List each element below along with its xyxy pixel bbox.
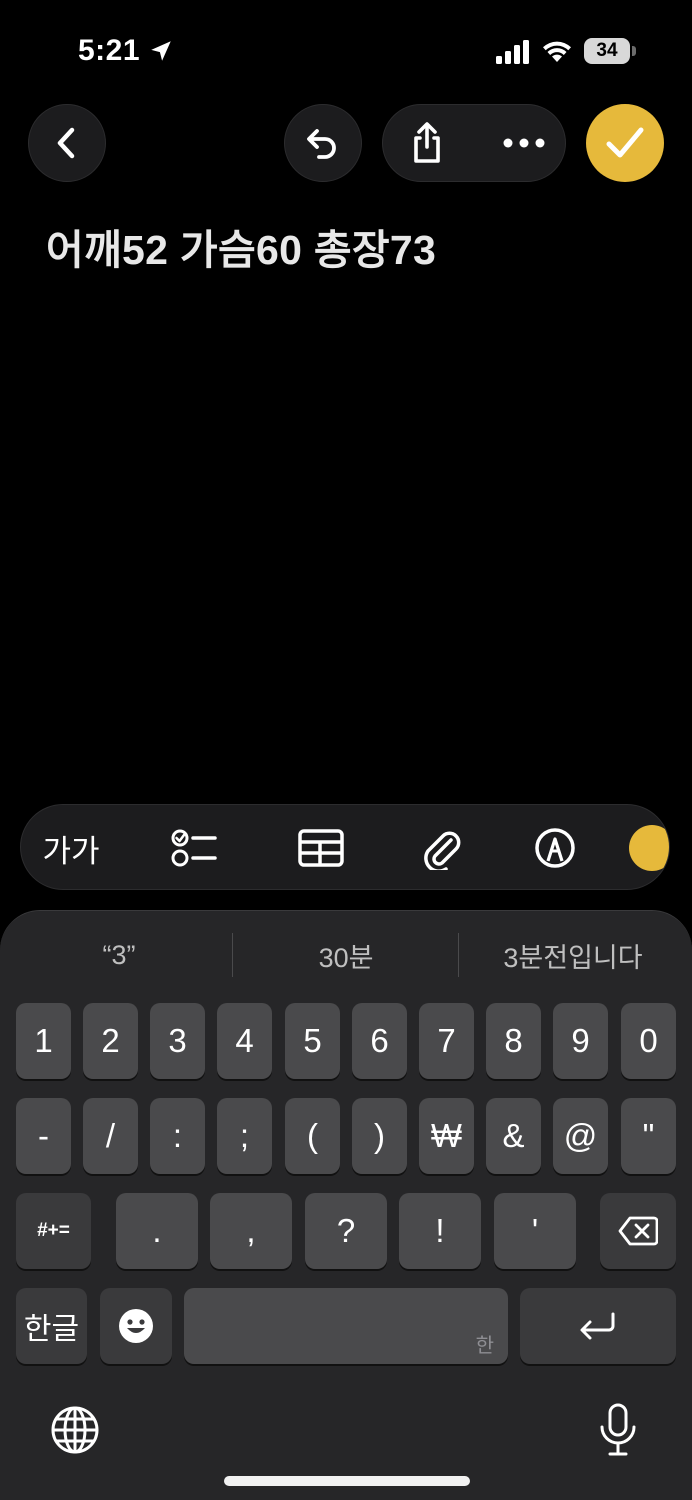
location-arrow-icon — [151, 41, 171, 61]
key-question[interactable]: ? — [305, 1193, 387, 1269]
undo-button[interactable] — [284, 104, 362, 182]
paperclip-icon — [424, 831, 461, 870]
note-content[interactable]: 어깨52 가슴60 총장73 — [46, 216, 436, 276]
key-slash[interactable]: / — [83, 1098, 138, 1174]
key-apostrophe[interactable]: ' — [494, 1193, 576, 1269]
status-bar: 5:21 34 — [0, 0, 692, 100]
actions-pill — [382, 104, 566, 182]
share-icon — [414, 122, 440, 163]
checklist-button[interactable] — [167, 805, 223, 889]
key-8[interactable]: 8 — [486, 1003, 541, 1079]
key-at[interactable]: @ — [553, 1098, 608, 1174]
table-icon — [298, 829, 344, 867]
return-icon — [580, 1312, 615, 1340]
space-key[interactable]: 한 — [184, 1288, 508, 1364]
dictation-button[interactable] — [594, 1401, 642, 1459]
key-colon[interactable]: : — [150, 1098, 205, 1174]
backspace-icon — [618, 1216, 658, 1246]
return-key[interactable] — [520, 1288, 676, 1364]
key-0[interactable]: 0 — [621, 1003, 676, 1079]
key-6[interactable]: 6 — [352, 1003, 407, 1079]
chevron-left-icon — [57, 127, 75, 159]
more-options-button[interactable] — [495, 117, 553, 169]
key-exclamation[interactable]: ! — [399, 1193, 481, 1269]
suggestion-divider — [458, 933, 459, 977]
key-comma[interactable]: , — [210, 1193, 292, 1269]
symbols-toggle-key[interactable]: #+= — [16, 1193, 91, 1269]
attachment-button[interactable] — [413, 805, 469, 889]
key-7[interactable]: 7 — [419, 1003, 474, 1079]
suggestion-1[interactable]: “3” — [6, 927, 232, 983]
markup-pen-icon — [535, 828, 575, 868]
done-button[interactable] — [586, 104, 664, 182]
table-button[interactable] — [293, 805, 349, 889]
key-semicolon[interactable]: ; — [217, 1098, 272, 1174]
globe-icon — [51, 1406, 99, 1454]
key-4[interactable]: 4 — [217, 1003, 272, 1079]
home-indicator[interactable] — [224, 1476, 470, 1486]
key-close-paren[interactable]: ) — [352, 1098, 407, 1174]
space-key-hint: 한 — [475, 1335, 494, 1357]
key-5[interactable]: 5 — [285, 1003, 340, 1079]
format-toolbar: 가가 — [20, 804, 670, 890]
globe-button[interactable] — [48, 1403, 102, 1457]
key-2[interactable]: 2 — [83, 1003, 138, 1079]
markup-button[interactable] — [527, 805, 583, 889]
ellipsis-icon — [503, 138, 545, 148]
undo-icon — [307, 129, 336, 159]
key-3[interactable]: 3 — [150, 1003, 205, 1079]
checklist-icon — [171, 829, 217, 867]
suggestion-3[interactable]: 3분전입니다 — [460, 927, 686, 983]
language-key[interactable]: 한글 — [16, 1288, 87, 1364]
checkmark-icon — [606, 127, 644, 158]
keyboard: “3” 30분 3분전입니다 1 2 3 4 5 6 7 8 9 0 - / :… — [0, 910, 692, 1500]
emoji-key[interactable] — [100, 1288, 172, 1364]
key-hyphen[interactable]: - — [16, 1098, 71, 1174]
cellular-signal-icon — [496, 40, 529, 64]
delete-key[interactable] — [600, 1193, 676, 1269]
key-quote[interactable]: " — [621, 1098, 676, 1174]
key-1[interactable]: 1 — [16, 1003, 71, 1079]
share-button[interactable] — [401, 117, 453, 169]
key-open-paren[interactable]: ( — [285, 1098, 340, 1174]
key-ampersand[interactable]: & — [486, 1098, 541, 1174]
key-9[interactable]: 9 — [553, 1003, 608, 1079]
status-time: 5:21 — [78, 34, 141, 67]
battery-level: 34 — [596, 40, 618, 61]
wifi-icon — [543, 41, 571, 62]
suggestion-2[interactable]: 30분 — [233, 927, 459, 983]
microphone-icon — [600, 1403, 636, 1456]
writing-tools-button[interactable] — [629, 825, 669, 871]
emoji-icon — [119, 1309, 153, 1343]
text-style-button[interactable]: 가가 — [39, 805, 103, 889]
key-won[interactable]: ₩ — [419, 1098, 474, 1174]
back-button[interactable] — [28, 104, 106, 182]
key-period[interactable]: . — [116, 1193, 198, 1269]
battery-indicator: 34 — [584, 38, 636, 64]
